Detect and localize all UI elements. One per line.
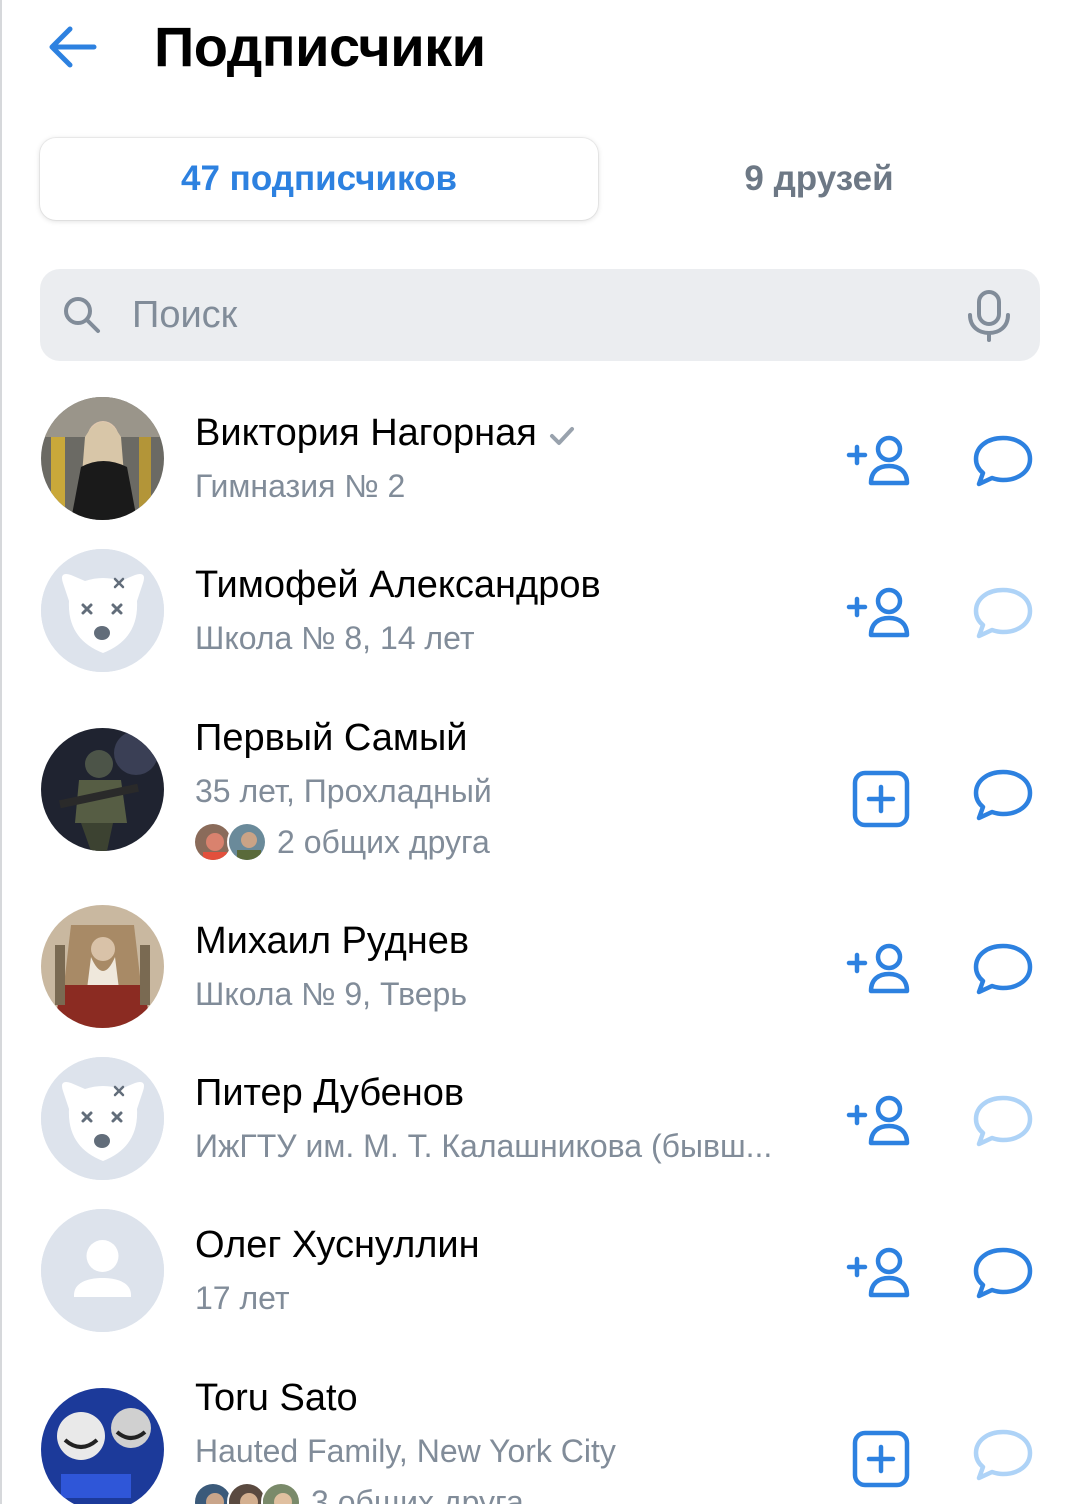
add-friend-button[interactable] (842, 1088, 920, 1154)
add-friend-button[interactable] (842, 936, 920, 1002)
message-bubble-icon (973, 769, 1033, 821)
avatar (41, 397, 164, 520)
person-subtitle: Школа № 8, 14 лет (195, 620, 475, 656)
list-item[interactable]: Питер Дубенов ИжГТУ им. М. Т. Калашников… (0, 1040, 1080, 1192)
default-avatar (41, 1209, 164, 1332)
person-name-text: Виктория Нагорная (195, 412, 537, 454)
list-item[interactable]: Toru Sato Hauted Family, New York City 3… (0, 1344, 1080, 1504)
person-name: Михаил Руднев (195, 920, 470, 962)
add-friend-icon (846, 587, 910, 638)
avatar (41, 905, 164, 1028)
mutual-friends-text: 2 общих друга (277, 823, 490, 860)
search-input[interactable] (132, 269, 932, 361)
search-icon (64, 297, 100, 333)
dog-placeholder-icon (41, 1057, 164, 1180)
dog-placeholder-icon (41, 549, 164, 672)
add-button[interactable] (842, 766, 920, 832)
avatar (41, 728, 164, 851)
add-friend-button[interactable] (842, 1240, 920, 1306)
tabs: 47 подписчиков 9 друзей (40, 138, 1040, 220)
deactivated-avatar (41, 1057, 164, 1180)
message-bubble-icon (973, 943, 1033, 995)
arrow-left-icon (49, 26, 97, 68)
person-subtitle: Hauted Family, New York City (195, 1433, 616, 1469)
person-subtitle: Школа № 9, Тверь (195, 976, 467, 1012)
tab-friends[interactable]: 9 друзей (598, 138, 1040, 220)
list-item[interactable]: Олег Хуснуллин 17 лет (0, 1192, 1080, 1344)
search-bar (40, 269, 1040, 361)
avatar (41, 1388, 164, 1504)
message-button[interactable] (970, 430, 1036, 492)
deactivated-avatar (41, 549, 164, 672)
mutual-friends[interactable]: 2 общих друга (193, 820, 490, 864)
add-friend-icon (846, 435, 910, 486)
person-name: Первый Самый (195, 717, 468, 759)
message-bubble-icon (973, 1429, 1033, 1481)
list-item[interactable]: Михаил Руднев Школа № 9, Тверь (0, 888, 1080, 1040)
person-name: Виктория Нагорная (195, 409, 575, 459)
tab-subscribers[interactable]: 47 подписчиков (40, 138, 598, 220)
add-friend-button[interactable] (842, 580, 920, 646)
message-button[interactable] (970, 938, 1036, 1000)
add-friend-button[interactable] (842, 428, 920, 494)
message-button-disabled[interactable] (970, 1424, 1036, 1486)
list-item[interactable]: Первый Самый 35 лет, Прохладный 2 общих … (0, 684, 1080, 888)
mutual-friend-avatar (227, 822, 267, 862)
verified-check-icon (549, 411, 575, 459)
page-title: Подписчики (154, 15, 486, 78)
back-button[interactable] (40, 18, 104, 76)
message-bubble-icon (973, 1247, 1033, 1299)
message-button[interactable] (970, 764, 1036, 826)
message-button-disabled[interactable] (970, 1090, 1036, 1152)
person-name: Тимофей Александров (195, 564, 601, 606)
microphone-icon[interactable] (964, 289, 1014, 343)
person-subtitle: 35 лет, Прохладный (195, 773, 492, 809)
add-square-icon (852, 770, 910, 828)
header: Подписчики (0, 0, 1080, 100)
person-subtitle: ИжГТУ им. М. Т. Калашникова (бывш... (195, 1128, 773, 1164)
message-bubble-icon (973, 587, 1033, 639)
add-friend-icon (846, 943, 910, 994)
message-bubble-icon (973, 1095, 1033, 1147)
person-name: Олег Хуснуллин (195, 1224, 480, 1266)
add-square-icon (852, 1430, 910, 1488)
list-item[interactable]: Тимофей Александров Школа № 8, 14 лет (0, 532, 1080, 684)
user-placeholder-icon (41, 1209, 164, 1332)
person-name: Питер Дубенов (195, 1072, 465, 1114)
mutual-friends-text: 3 общих друга (311, 1483, 524, 1504)
message-button-disabled[interactable] (970, 582, 1036, 644)
mutual-friends[interactable]: 3 общих друга (193, 1480, 524, 1504)
add-friend-icon (846, 1095, 910, 1146)
person-subtitle: Гимназия № 2 (195, 468, 406, 504)
mutual-friend-avatar (261, 1482, 301, 1504)
person-subtitle: 17 лет (195, 1280, 290, 1316)
add-button[interactable] (842, 1426, 920, 1492)
message-button[interactable] (970, 1242, 1036, 1304)
person-name: Toru Sato (195, 1377, 358, 1419)
list-item[interactable]: Виктория Нагорная Гимназия № 2 (0, 380, 1080, 532)
message-bubble-icon (973, 435, 1033, 487)
add-friend-icon (846, 1247, 910, 1298)
